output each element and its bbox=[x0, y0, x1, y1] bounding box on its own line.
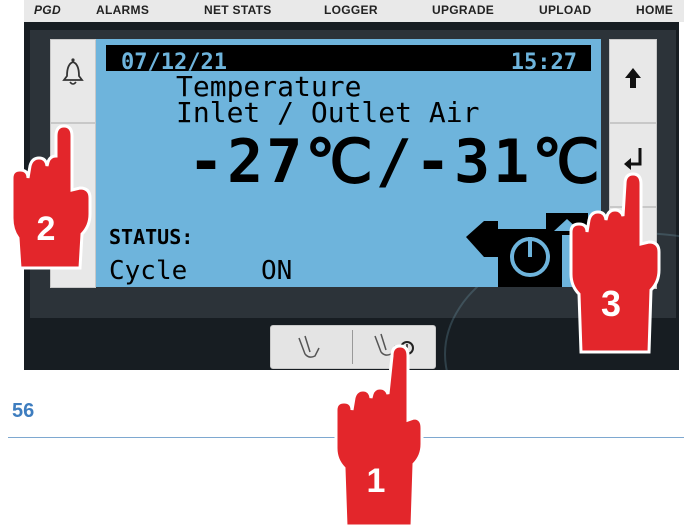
nav-upload[interactable]: UPLOAD bbox=[539, 3, 591, 17]
pointing-hand-3: 3 bbox=[569, 172, 661, 354]
two-finger-tap-icon[interactable] bbox=[291, 332, 331, 362]
callout-2-label: 2 bbox=[37, 210, 56, 248]
temperature-reading: -27℃/-31℃ bbox=[188, 127, 603, 197]
alarm-button[interactable] bbox=[50, 39, 96, 123]
pointing-hand-2: 2 bbox=[10, 124, 92, 270]
top-nav-bar: PGD ALARMS NET STATS LOGGER UPGRADE UPLO… bbox=[24, 0, 684, 22]
nav-upgrade[interactable]: UPGRADE bbox=[432, 3, 494, 17]
callout-1-label: 1 bbox=[367, 462, 386, 500]
lcd-screen: 07/12/21 15:27 Temperature Inlet / Outle… bbox=[96, 39, 601, 287]
cycle-value: ON bbox=[261, 256, 293, 286]
callout-3-label: 3 bbox=[601, 283, 621, 324]
nav-net-stats[interactable]: NET STATS bbox=[204, 3, 272, 17]
arrow-up-icon bbox=[625, 68, 641, 88]
temperature-subtitle: Inlet / Outlet Air bbox=[176, 96, 480, 129]
pointing-hand-1: 1 bbox=[334, 344, 424, 528]
nav-logger[interactable]: LOGGER bbox=[324, 3, 378, 17]
status-label: STATUS: bbox=[109, 225, 194, 249]
cycle-label: Cycle bbox=[109, 256, 188, 286]
up-button[interactable] bbox=[609, 39, 657, 123]
nav-pgd[interactable]: PGD bbox=[34, 3, 61, 17]
nav-alarms[interactable]: ALARMS bbox=[96, 3, 149, 17]
bell-icon bbox=[62, 58, 84, 85]
nav-home[interactable]: HOME bbox=[636, 3, 673, 17]
page-number: 56 bbox=[12, 400, 35, 422]
lcd-header-bar: 07/12/21 15:27 bbox=[106, 45, 591, 75]
time-display: 15:27 bbox=[510, 50, 577, 75]
